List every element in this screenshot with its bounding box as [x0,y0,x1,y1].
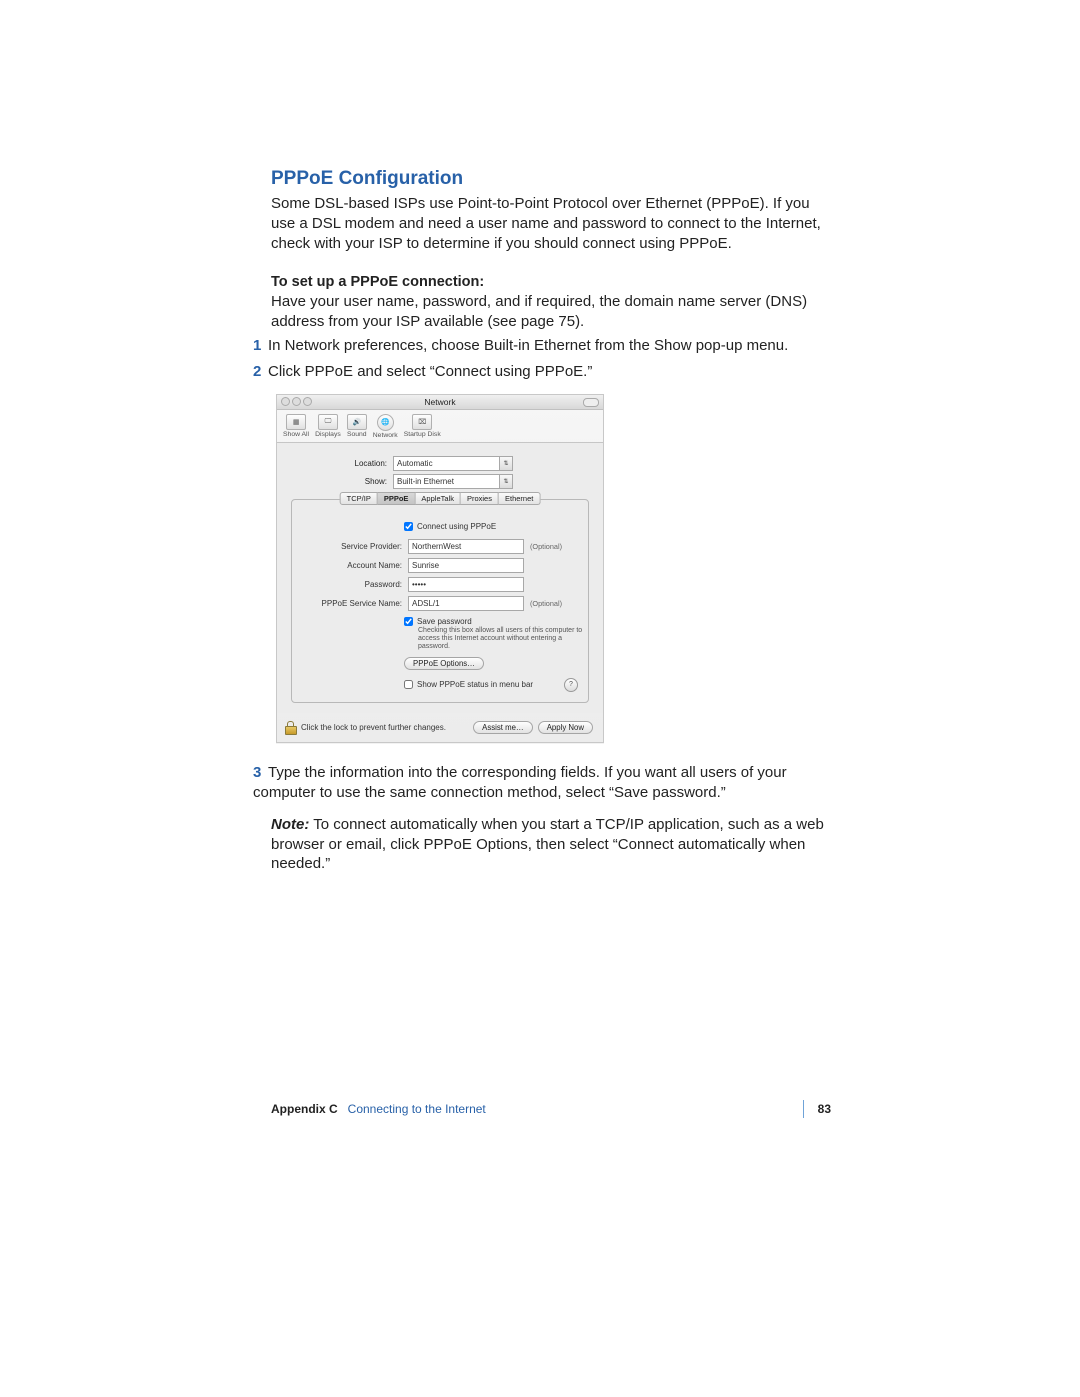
footer-page-number: 83 [803,1100,831,1118]
page-footer: Appendix C Connecting to the Internet 83 [271,1100,831,1118]
step-3: 3Type the information into the correspon… [253,763,831,803]
toolbar-pill-icon[interactable] [583,398,599,407]
connect-using-pppoe-label: Connect using PPPoE [417,522,496,531]
chevron-updown-icon: ⇅ [499,457,512,470]
toolbar-startup-disk[interactable]: ⌧ Startup Disk [404,414,441,438]
step-2: 2Click PPPoE and select “Connect using P… [253,362,831,382]
help-button[interactable]: ? [564,678,578,692]
service-provider-optional: (Optional) [530,542,562,551]
tab-proxies[interactable]: Proxies [461,492,499,505]
network-prefs-window: Network ▦ Show All 🖵 Displays 🔊 Sound 🌐 [276,394,604,743]
note-label: Note: [271,816,309,833]
note-paragraph: Note: To connect automatically when you … [271,815,831,875]
password-label: Password: [302,580,408,589]
assist-me-button[interactable]: Assist me… [473,721,533,734]
footer-chapter: Connecting to the Internet [348,1102,486,1116]
show-popup[interactable]: Built-in Ethernet ⇅ [393,474,513,489]
window-title: Network [277,397,603,407]
setup-heading: To set up a PPPoE connection: [271,274,831,290]
toolbar-sound[interactable]: 🔊 Sound [347,414,367,438]
location-popup[interactable]: Automatic ⇅ [393,456,513,471]
network-tabset: TCP/IP PPPoE AppleTalk Proxies Ethernet … [291,499,589,703]
lock-text: Click the lock to prevent further change… [301,723,446,732]
show-status-menubar-label: Show PPPoE status in menu bar [417,680,533,689]
toolbar-displays[interactable]: 🖵 Displays [315,414,341,438]
tab-ethernet[interactable]: Ethernet [499,492,540,505]
save-password-hint: Checking this box allows all users of th… [418,627,588,652]
toolbar-startup-label: Startup Disk [404,431,441,438]
pppoe-service-name-label: PPPoE Service Name: [302,599,408,608]
pppoe-service-name-optional: (Optional) [530,599,562,608]
pppoe-service-name-field[interactable]: ADSL/1 [408,596,524,611]
setup-text: Have your user name, password, and if re… [271,292,831,332]
connect-using-pppoe-checkbox[interactable] [404,522,413,531]
window-titlebar: Network [277,395,603,410]
toolbar-sound-label: Sound [347,431,367,438]
lock-icon[interactable] [285,721,296,733]
toolbar-show-all-label: Show All [283,431,309,438]
show-value: Built-in Ethernet [397,477,454,486]
tab-tcpip[interactable]: TCP/IP [340,492,378,505]
account-name-value: Sunrise [412,561,439,570]
footer-appendix: Appendix C [271,1102,338,1116]
tab-appletalk[interactable]: AppleTalk [415,492,461,505]
toolbar-network-label: Network [373,432,398,439]
section-heading: PPPoE Configuration [271,168,831,190]
note-text: To connect automatically when you start … [271,816,824,873]
globe-icon: 🌐 [377,414,394,431]
chevron-updown-icon: ⇅ [499,475,512,488]
location-value: Automatic [397,459,433,468]
display-icon: 🖵 [318,414,338,430]
toolbar-displays-label: Displays [315,431,341,438]
save-password-checkbox[interactable] [404,617,413,626]
service-provider-label: Service Provider: [302,542,408,551]
account-name-label: Account Name: [302,561,408,570]
location-label: Location: [291,459,393,468]
pppoe-options-button[interactable]: PPPoE Options… [404,657,484,670]
pppoe-service-name-value: ADSL/1 [412,599,440,608]
apply-now-button[interactable]: Apply Now [538,721,593,734]
tab-pppoe[interactable]: PPPoE [378,492,416,505]
disk-icon: ⌧ [412,414,432,430]
toolbar-network[interactable]: 🌐 Network [373,414,398,439]
show-status-menubar-checkbox[interactable] [404,680,413,689]
show-label: Show: [291,477,393,486]
password-field[interactable]: ••••• [408,577,524,592]
intro-paragraph: Some DSL-based ISPs use Point-to-Point P… [271,194,831,254]
step-1-text: In Network preferences, choose Built-in … [268,337,788,354]
prefs-toolbar: ▦ Show All 🖵 Displays 🔊 Sound 🌐 Network … [277,410,603,443]
step-2-text: Click PPPoE and select “Connect using PP… [268,363,592,380]
grid-icon: ▦ [286,414,306,430]
step-3-text: Type the information into the correspond… [253,764,787,801]
service-provider-value: NorthernWest [412,542,461,551]
toolbar-show-all[interactable]: ▦ Show All [283,414,309,438]
save-password-label: Save password [417,617,472,626]
password-value: ••••• [412,580,426,589]
step-1: 1In Network preferences, choose Built-in… [253,336,831,356]
speaker-icon: 🔊 [347,414,367,430]
service-provider-field[interactable]: NorthernWest [408,539,524,554]
account-name-field[interactable]: Sunrise [408,558,524,573]
